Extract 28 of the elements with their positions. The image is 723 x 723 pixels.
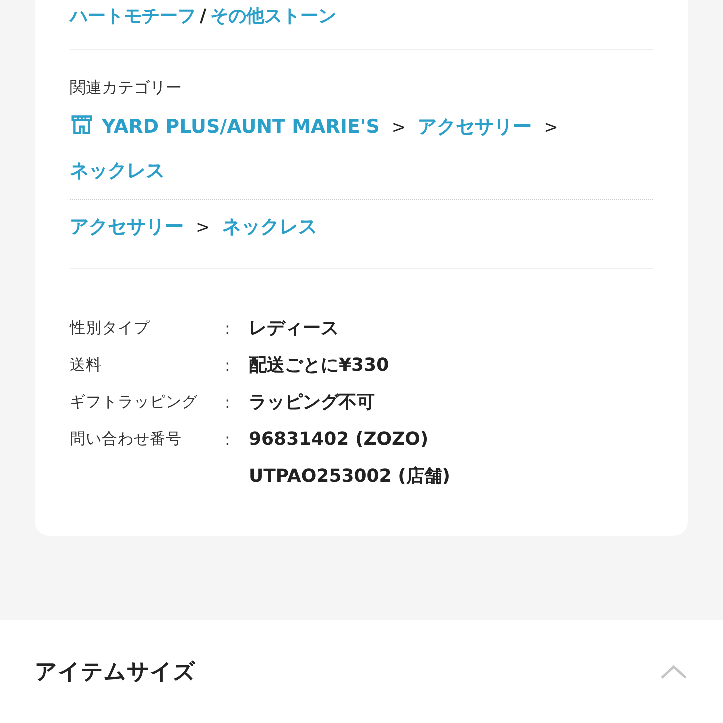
spec-value: ラッピング不可 <box>249 391 375 415</box>
category-link[interactable]: ネックレス <box>222 216 318 238</box>
breadcrumb-separator: > <box>544 118 558 138</box>
spec-value: UTPAO253002 (店舗) <box>249 465 451 489</box>
spec-colon: : <box>225 392 232 414</box>
spec-label: 問い合わせ番号 <box>70 429 183 450</box>
storefront-icon <box>70 114 94 136</box>
spec-value: 96831402 (ZOZO) <box>249 428 430 452</box>
category-link[interactable]: ネックレス <box>70 160 165 182</box>
spec-value: 配送ごとに¥330 <box>249 354 390 378</box>
category-link[interactable]: アクセサリー <box>418 116 532 138</box>
spec-colon: : <box>225 355 232 377</box>
breadcrumb-separator: > <box>196 218 210 238</box>
section-label: 関連カテゴリー <box>70 77 183 99</box>
breadcrumb-separator: > <box>392 118 406 138</box>
category-link[interactable]: YARD PLUS/AUNT MARIE'S <box>102 116 380 138</box>
spec-label: 送料 <box>70 355 103 376</box>
spec-label: 性別タイプ <box>70 318 151 339</box>
spec-colon: : <box>225 318 232 340</box>
section-title: アイテムサイズ <box>35 659 196 687</box>
category-link[interactable]: アクセサリー <box>70 216 184 238</box>
spec-value: レディース <box>249 317 339 341</box>
tag-separator: / <box>200 5 207 29</box>
tag-link[interactable]: ハートモチーフ <box>70 3 196 31</box>
chevron-icon[interactable] <box>660 664 688 680</box>
spec-colon: : <box>225 429 232 451</box>
spec-label: ギフトラッピング <box>70 392 199 413</box>
tag-link[interactable]: その他ストーン <box>210 3 337 31</box>
